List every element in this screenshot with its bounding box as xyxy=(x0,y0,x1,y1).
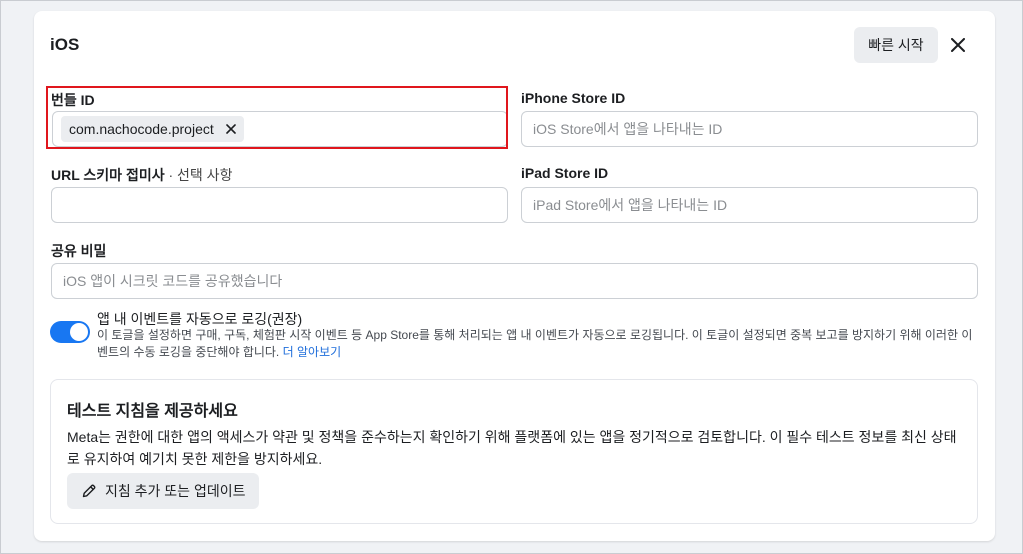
url-scheme-label-text: URL 스키마 접미사 xyxy=(51,167,165,183)
url-scheme-label: URL 스키마 접미사 · 선택 사항 xyxy=(51,165,232,185)
bundle-id-chip-text: com.nachocode.project xyxy=(69,121,214,137)
iphone-store-id-label: iPhone Store ID xyxy=(521,90,626,106)
add-or-update-instructions-label: 지침 추가 또는 업데이트 xyxy=(105,483,246,499)
close-button[interactable] xyxy=(946,33,970,57)
learn-more-link[interactable]: 더 알아보기 xyxy=(283,345,342,359)
url-scheme-input[interactable] xyxy=(51,187,508,223)
quick-start-button[interactable]: 빠른 시작 xyxy=(854,27,938,63)
toggle-knob xyxy=(70,323,88,341)
test-card-title: 테스트 지침을 제공하세요 xyxy=(67,403,238,420)
auto-log-toggle[interactable] xyxy=(50,321,90,343)
iphone-store-id-input[interactable] xyxy=(521,111,978,147)
screen-frame: iOS 빠른 시작 번들 ID com.nachocode.project iP… xyxy=(0,0,1023,554)
optional-label: · 선택 사항 xyxy=(164,167,233,183)
bundle-id-input[interactable]: com.nachocode.project xyxy=(52,111,508,147)
test-card-body: Meta는 권한에 대한 앱의 액세스가 약관 및 정책을 준수하는지 확인하기… xyxy=(67,429,957,467)
pencil-icon xyxy=(82,484,96,498)
add-or-update-instructions-button[interactable]: 지침 추가 또는 업데이트 xyxy=(67,473,260,509)
ipad-store-id-input[interactable] xyxy=(521,187,978,223)
bundle-id-chip: com.nachocode.project xyxy=(61,116,244,142)
close-icon xyxy=(951,38,965,52)
auto-log-description-text: 이 토글을 설정하면 구매, 구독, 체험판 시작 이벤트 등 App Stor… xyxy=(97,328,973,359)
shared-secret-label: 공유 비밀 xyxy=(51,243,107,259)
test-instructions-card: 테스트 지침을 제공하세요 Meta는 권한에 대한 앱의 액세스가 약관 및 … xyxy=(50,379,978,524)
bundle-id-label: 번들 ID xyxy=(51,92,95,108)
remove-bundle-id-button[interactable] xyxy=(225,124,236,134)
auto-log-title: 앱 내 이벤트를 자동으로 로깅(권장) xyxy=(97,311,303,327)
ios-settings-panel: iOS 빠른 시작 번들 ID com.nachocode.project iP… xyxy=(34,11,995,541)
page-title: iOS xyxy=(50,35,80,54)
shared-secret-input[interactable] xyxy=(51,263,978,299)
ipad-store-id-label: iPad Store ID xyxy=(521,165,609,181)
auto-log-description: 이 토글을 설정하면 구매, 구독, 체험판 시작 이벤트 등 App Stor… xyxy=(97,327,977,361)
close-icon xyxy=(225,124,236,134)
